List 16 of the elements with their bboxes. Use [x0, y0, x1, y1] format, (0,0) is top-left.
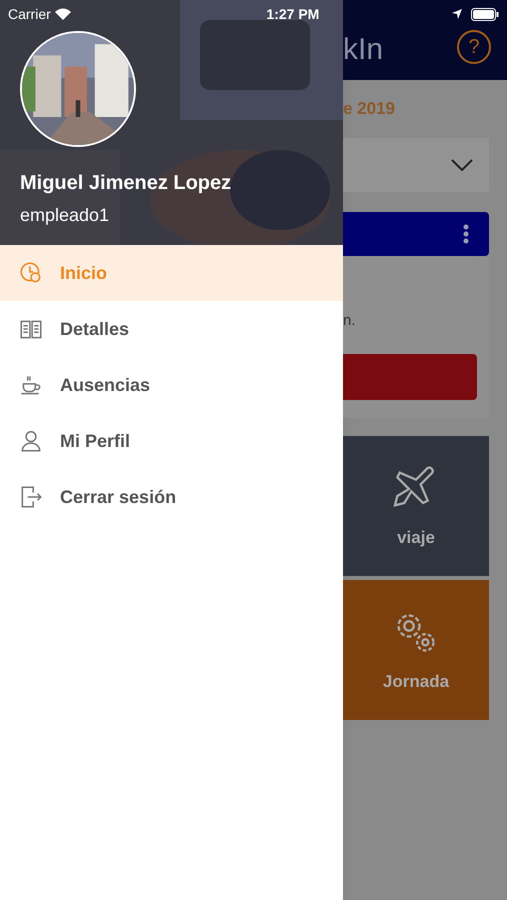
location-icon: [450, 8, 463, 20]
action-button[interactable]: [343, 354, 477, 400]
menu-item[interactable]: Mi Perfil: [0, 413, 343, 469]
menu-tile[interactable]: viaje: [343, 436, 489, 576]
dropdown[interactable]: [343, 138, 489, 192]
menu-item[interactable]: Ausencias: [0, 357, 343, 413]
menu-item[interactable]: Detalles: [0, 301, 343, 357]
menu-item[interactable]: Cerrar sesión: [0, 469, 343, 525]
battery-icon: [470, 8, 499, 20]
help-icon[interactable]: ?: [457, 30, 491, 64]
chevron-down-icon: [451, 158, 473, 170]
date-label: e 2019: [343, 98, 396, 120]
menu-tile[interactable]: Jornada: [343, 580, 489, 720]
more-icon[interactable]: [463, 224, 469, 244]
app-title: kIn: [343, 32, 384, 68]
card-text: n.: [343, 310, 357, 330]
